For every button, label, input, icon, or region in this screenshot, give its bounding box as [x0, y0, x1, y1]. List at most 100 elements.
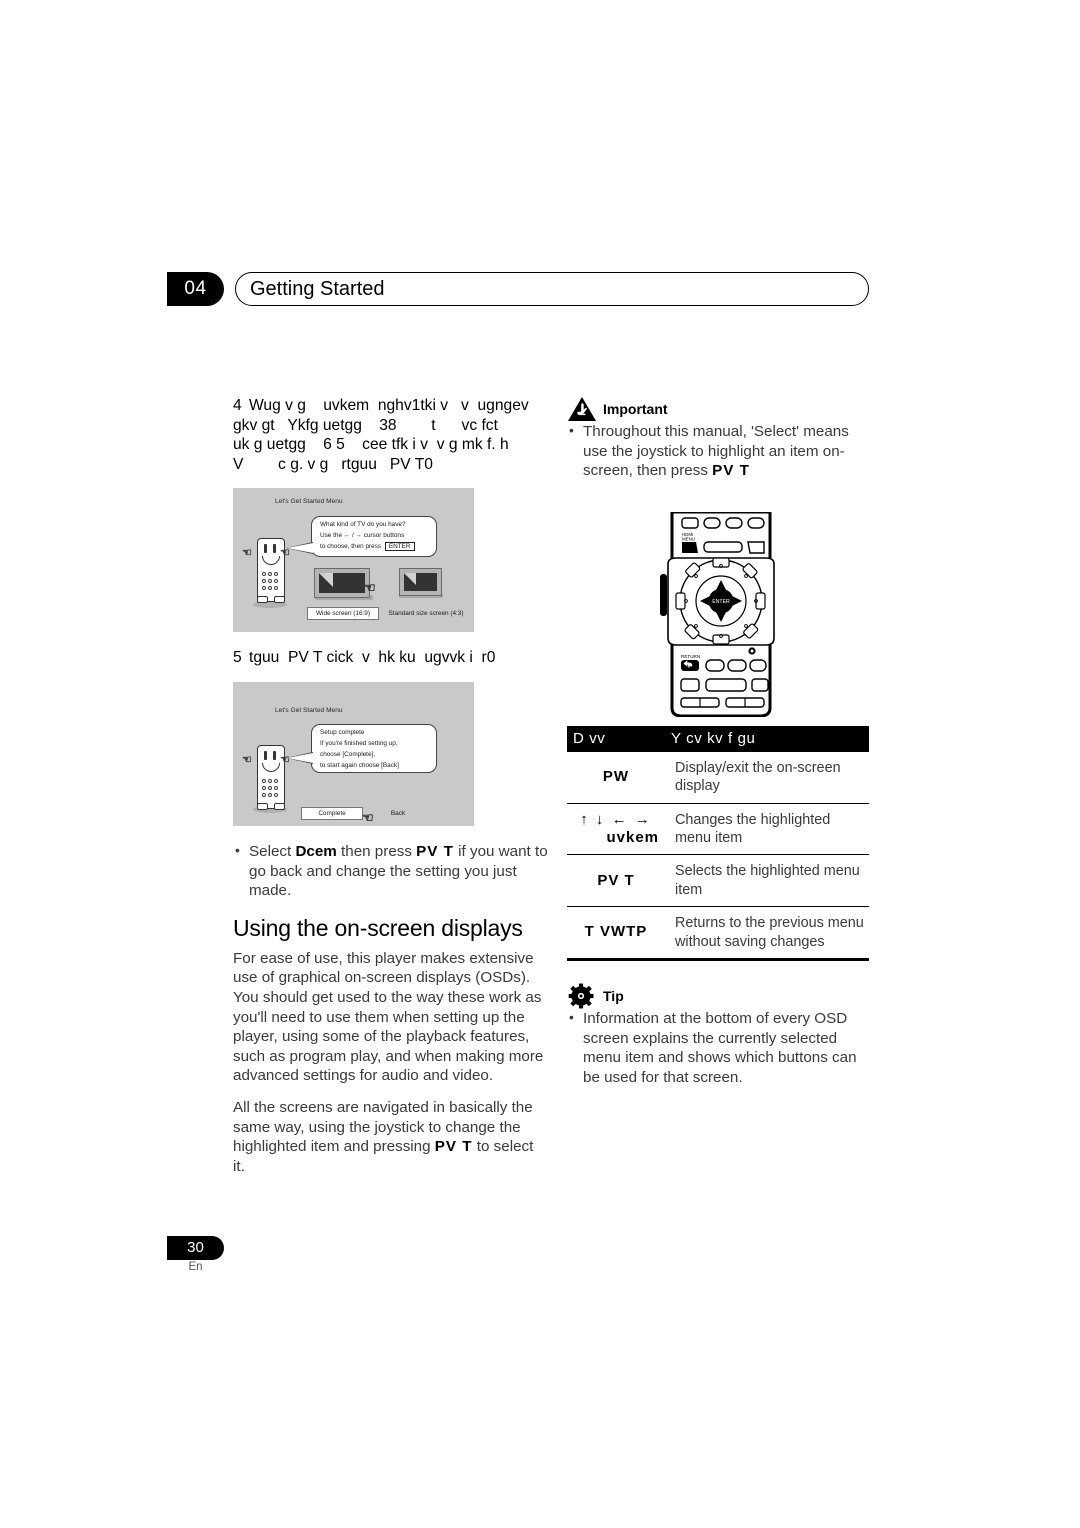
- illus1-mascot-foot-right: [274, 596, 285, 604]
- tip-title: Tip: [603, 988, 624, 1005]
- table-cell-key-joystick-label: uvkem: [606, 829, 659, 846]
- important-bullet-list: Throughout this manual, 'Select' means u…: [567, 421, 869, 481]
- illus2-mascot-hand-left: ☜: [242, 753, 252, 767]
- table-cell-key-enter: PV T: [567, 854, 665, 908]
- svg-text:MENU: MENU: [682, 537, 695, 542]
- svg-text:RETURN: RETURN: [681, 654, 700, 659]
- illus2-mascot-eye-left: [264, 750, 267, 760]
- illus2-bubble-line-1: Setup complete: [320, 728, 365, 736]
- right-column: Important Throughout this manual, 'Selec…: [567, 396, 869, 1095]
- tip-bullet-list: Information at the bottom of every OSD s…: [567, 1008, 869, 1087]
- illus1-tv-standard: [399, 568, 442, 597]
- section-paragraph-2: All the screens are navigated in basical…: [233, 1098, 548, 1176]
- list-item-tip-osd-info: Information at the bottom of every OSD s…: [567, 1008, 869, 1087]
- section-paragraph-1: For ease of use, this player makes exten…: [233, 949, 544, 1085]
- illus1-mascot-hand-left: ☜: [242, 547, 252, 560]
- illus2-mascot-eye-right: [273, 750, 276, 760]
- page-language-code: En: [188, 1261, 203, 1273]
- illus2-bubble-line-2: If you're finished setting up,: [320, 739, 398, 747]
- back-note-prefix: Select: [249, 842, 296, 860]
- important-title: Important: [603, 401, 668, 417]
- left-note-list: Select Dcem then press PV T if you want …: [233, 841, 548, 901]
- table-row: ↑ ↓ ← → uvkem Changes the highlighted me…: [567, 803, 869, 856]
- table-cell-key-joystick: ↑ ↓ ← → uvkem: [567, 803, 665, 856]
- illus2-mascot-key: [262, 785, 266, 790]
- tip-box: Tip Information at the bottom of every O…: [567, 983, 869, 1087]
- table-cell-desc-joystick: Changes the highlighted menu item: [665, 803, 869, 856]
- illus2-mascot-key: [262, 778, 266, 783]
- illus2-pointer-hand-icon: ☜: [362, 809, 374, 826]
- important-box: Important Throughout this manual, 'Selec…: [567, 396, 869, 481]
- page-number: 30: [167, 1236, 224, 1260]
- illus2-option-complete-label: Complete: [318, 809, 346, 817]
- illus1-option-standard-screen-label[interactable]: Standard size screen (4:3): [383, 610, 469, 617]
- enter-button-name: PV T: [434, 1138, 473, 1156]
- tip-icon: [567, 983, 597, 1009]
- illus2-mascot-foot-left: [257, 802, 268, 810]
- step-4-line-4: V c g. v g rtguu PV T0: [233, 455, 433, 473]
- svg-text:ENTER: ENTER: [712, 599, 730, 605]
- table-row: T VWTP Returns to the previous menu with…: [567, 906, 869, 962]
- table-cell-desc-enter: Selects the highlighted menu item: [665, 854, 869, 908]
- step-4: 4 Wug v g uvkem nghv1tki v v ugngev gkv g…: [233, 396, 548, 474]
- illus2-mascot-key: [268, 792, 272, 797]
- remote-control-illustration: HDMI MENU ENTER RETURN: [660, 510, 782, 718]
- illus1-bubble-line-3: to choose, then press ENTER: [320, 542, 415, 552]
- step-4-line-2: gkv gt Ykfg uetgg 38 t vc fct: [233, 416, 498, 434]
- step-5-number: 5: [233, 649, 242, 667]
- illus1-tv-wide-screen: [319, 573, 365, 594]
- joystick-arrows-icon: ↑ ↓ ← →: [580, 810, 652, 828]
- illus2-bubble-line-4: to start again choose [Back]: [320, 761, 399, 769]
- page-title: Getting Started: [250, 278, 385, 300]
- section-heading-on-screen-displays: Using the on-screen displays: [233, 914, 523, 941]
- list-item-important-select: Throughout this manual, 'Select' means u…: [567, 421, 869, 481]
- left-column: 4 Wug v g uvkem nghv1tki v v ugngev gkv g…: [233, 396, 548, 1188]
- illus1-bubble-line-2: Use the ← / → cursor buttons: [320, 532, 405, 540]
- step-4-line-1: Wug v g uvkem nghv1tki v v ugngev: [249, 397, 529, 414]
- table-cell-key-display: PW: [567, 751, 665, 804]
- table-cell-key-return: T VWTP: [567, 906, 665, 962]
- step-5: 5 tguu PV T cick v hk ku ugvvk i r0: [233, 648, 548, 668]
- illus1-bubble-tail: [287, 543, 313, 554]
- illus1-bubble-line-3-text: to choose, then press: [320, 543, 382, 551]
- list-item-back-note: Select Dcem then press PV T if you want …: [233, 841, 548, 901]
- table-header-row: D vv Y cv kv f gu: [567, 725, 869, 752]
- page-footer: 30 En: [167, 1236, 287, 1273]
- illustration-setup-complete: Let's Get Started Menu Setup complete If…: [233, 681, 474, 826]
- enter-button-name: PV T: [712, 462, 750, 480]
- illus1-tv-wide: [314, 568, 370, 599]
- illus1-bubble-line-1: What kind of TV do you have?: [320, 521, 406, 529]
- illus1-mascot-eye-left: [264, 544, 267, 554]
- table-row: PV T Selects the highlighted menu item: [567, 854, 869, 908]
- table-row: PW Display/exit the on-screen display: [567, 751, 869, 804]
- illus2-mascot-key: [274, 778, 278, 783]
- button-functions-table: D vv Y cv kv f gu PW Display/exit the on…: [567, 725, 869, 962]
- illus1-mascot-eye-right: [273, 544, 276, 554]
- illus2-mascot-key: [262, 792, 266, 797]
- table-cell-desc-return: Returns to the previous menu without sav…: [665, 906, 869, 962]
- important-icon: [567, 396, 597, 422]
- step-4-number: 4: [233, 397, 242, 414]
- illus2-mascot-key: [274, 785, 278, 790]
- illus1-mascot-foot-left: [257, 596, 268, 604]
- illus2-option-back-label[interactable]: Back: [378, 810, 418, 817]
- illus2-mascot-key: [268, 778, 272, 783]
- table-cell-desc-display: Display/exit the on-screen display: [665, 751, 869, 804]
- illus2-bubble-line-3: choose [Complete],: [320, 750, 376, 758]
- illus1-option-wide-screen-label: Wide screen (16:9): [316, 610, 370, 618]
- chapter-number-badge: 04: [167, 272, 224, 306]
- tip-box-header: Tip: [567, 983, 869, 1009]
- chapter-header: 04 Getting Started: [167, 272, 869, 306]
- illus1-pointer-hand-icon: ☜: [364, 580, 376, 596]
- illus1-tv-std-screen: [404, 573, 437, 592]
- enter-key-glyph: ENTER: [384, 542, 415, 552]
- back-note-middle: then press: [336, 842, 417, 860]
- illus1-screen-title: Let's Get Started Menu: [275, 498, 343, 506]
- back-button-name: Dcem: [295, 842, 337, 860]
- enter-button-name: PV T: [416, 842, 454, 860]
- illustration-lets-get-started-tv-type: Let's Get Started Menu What kind of TV d…: [233, 488, 474, 633]
- step-4-line-3: uk g uetgg 6 5 cee tfk i v v g mk f. h: [233, 436, 509, 454]
- step-5-text: tguu PV T cick v hk ku ugvvk i r0: [249, 649, 496, 667]
- illus2-mascot-foot-right: [274, 802, 285, 810]
- table-header-what-it-does: Y cv kv f gu: [665, 725, 869, 752]
